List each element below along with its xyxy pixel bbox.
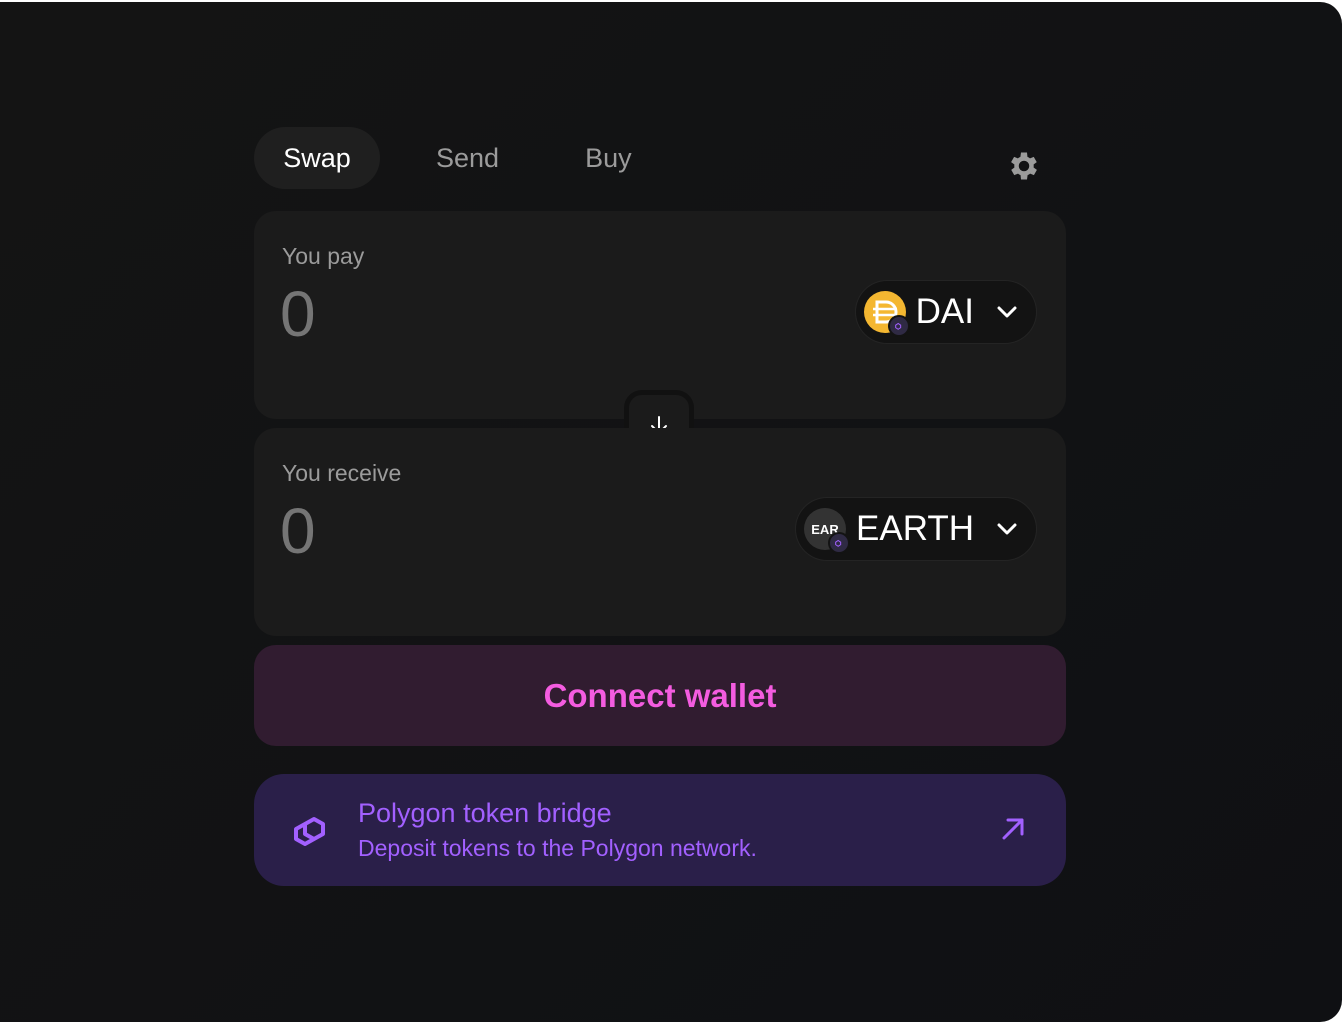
- pay-token-selector[interactable]: DAI: [855, 281, 1036, 343]
- polygon-logo-icon: [294, 817, 325, 846]
- bridge-subtitle: Deposit tokens to the Polygon network.: [358, 835, 757, 861]
- pay-label: You pay: [282, 243, 365, 269]
- pay-panel: You pay DAI: [254, 211, 1066, 419]
- polygon-chain-badge-icon: [887, 315, 910, 337]
- chevron-down-icon: [997, 523, 1017, 535]
- receive-amount-input[interactable]: [280, 494, 700, 568]
- receive-token-selector[interactable]: EAR EARTH: [796, 498, 1036, 560]
- pay-amount-input[interactable]: [280, 277, 700, 351]
- tab-swap[interactable]: Swap: [254, 127, 380, 189]
- tab-bar: Swap Send Buy: [254, 127, 632, 189]
- tab-buy[interactable]: Buy: [585, 127, 632, 189]
- polygon-bridge-banner[interactable]: Polygon token bridge Deposit tokens to t…: [254, 774, 1066, 886]
- connect-wallet-button[interactable]: Connect wallet: [254, 645, 1066, 746]
- receive-label: You receive: [282, 460, 402, 486]
- dai-token-icon: [863, 291, 910, 337]
- earth-token-icon: EAR: [804, 508, 850, 554]
- arrow-up-right-icon: [1002, 818, 1024, 840]
- settings-gear-icon[interactable]: [1006, 148, 1042, 184]
- pay-token-symbol: DAI: [915, 292, 974, 331]
- bridge-title: Polygon token bridge: [358, 798, 612, 828]
- chevron-down-icon: [997, 306, 1017, 318]
- polygon-chain-badge-icon: [828, 532, 850, 554]
- tab-send[interactable]: Send: [436, 127, 499, 189]
- receive-token-symbol: EARTH: [856, 509, 974, 548]
- swap-widget: Swap Send Buy You pay 0 DAI You receive …: [0, 2, 1342, 1022]
- receive-panel: You receive EAR EARTH: [254, 428, 1066, 636]
